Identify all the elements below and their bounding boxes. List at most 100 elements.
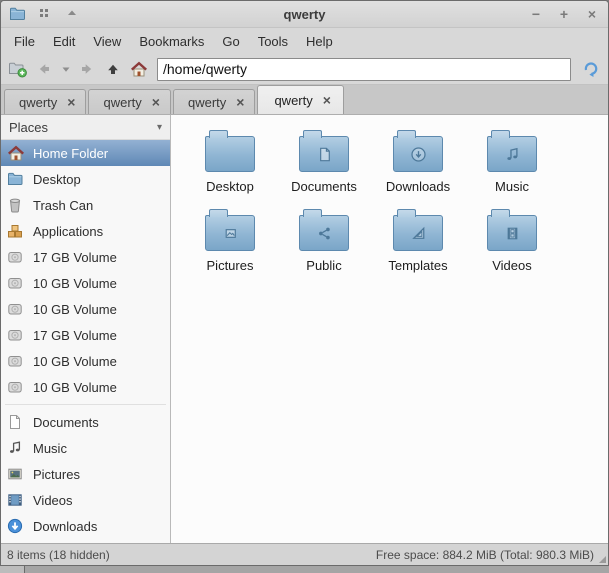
places-dropdown-icon[interactable]: ▾: [157, 122, 162, 133]
drive-icon: [7, 379, 25, 396]
history-dropdown-button[interactable]: [58, 57, 73, 81]
file-icon-music[interactable]: Music: [465, 127, 559, 206]
sidebar-item-applications[interactable]: Applications: [1, 218, 170, 244]
sidebar-item-10-gb-volume[interactable]: 10 GB Volume: [1, 270, 170, 296]
maximize-button[interactable]: +: [556, 6, 572, 22]
folder-icon: [7, 171, 25, 188]
menu-edit[interactable]: Edit: [44, 30, 84, 53]
sidebar-item-music[interactable]: Music: [1, 435, 170, 461]
sidebar-item-17-gb-volume[interactable]: 17 GB Volume: [1, 322, 170, 348]
sidebar-item-trash-can[interactable]: Trash Can: [1, 192, 170, 218]
applications-icon: [7, 223, 25, 240]
file-icon-documents[interactable]: Documents: [277, 127, 371, 206]
resize-grip-icon[interactable]: [599, 556, 606, 563]
sidebar-item-downloads[interactable]: Downloads: [1, 513, 170, 539]
reload-icon: [584, 62, 598, 77]
file-label: Videos: [492, 258, 532, 273]
window-title: qwerty: [283, 6, 326, 22]
video-icon: [7, 492, 25, 509]
sidebar-item-home-folder[interactable]: Home Folder: [1, 140, 170, 166]
document-emblem-icon: [300, 137, 348, 171]
window-shade-icon[interactable]: [65, 6, 83, 22]
home-button[interactable]: [127, 57, 151, 81]
menu-help[interactable]: Help: [297, 30, 342, 53]
forward-button[interactable]: [75, 57, 99, 81]
menubar: File Edit View Bookmarks Go Tools Help: [1, 28, 608, 54]
sidebar-item-label: Documents: [33, 414, 99, 430]
share-emblem-icon: [300, 216, 348, 250]
status-bar: 8 items (18 hidden) Free space: 884.2 Mi…: [1, 543, 608, 565]
up-arrow-icon: [108, 64, 118, 74]
sidebar-item-label: Home Folder: [33, 145, 109, 161]
file-icon-videos[interactable]: Videos: [465, 206, 559, 285]
sidebar-item-desktop[interactable]: Desktop: [1, 166, 170, 192]
sidebar-item-label: Pictures: [33, 466, 80, 482]
reload-button[interactable]: [579, 57, 603, 81]
file-view[interactable]: Desktop Documents Downloads Music Pictures Pu…: [171, 115, 608, 543]
sidebar-item-videos[interactable]: Videos: [1, 487, 170, 513]
sidebar-item-pictures[interactable]: Pictures: [1, 461, 170, 487]
file-label: Desktop: [206, 179, 254, 194]
sidebar-item-10-gb-volume[interactable]: 10 GB Volume: [1, 348, 170, 374]
tab-2[interactable]: qwerty ×: [88, 89, 171, 114]
minimize-button[interactable]: −: [528, 6, 544, 22]
file-icon-desktop[interactable]: Desktop: [183, 127, 277, 206]
drive-icon: [7, 249, 25, 266]
music-emblem-icon: [488, 137, 536, 171]
places-list: Home Folder Desktop Trash Can Applications 1…: [1, 140, 170, 539]
sidebar-item-documents[interactable]: Documents: [1, 409, 170, 435]
status-free-space: Free space: 884.2 MiB (Total: 980.3 MiB): [375, 547, 594, 562]
music-icon: [7, 440, 25, 457]
tab-close-icon[interactable]: ×: [323, 93, 331, 107]
menu-view[interactable]: View: [84, 30, 130, 53]
tab-close-icon[interactable]: ×: [67, 95, 75, 109]
places-header[interactable]: Places ▾: [1, 115, 170, 140]
tab-3[interactable]: qwerty ×: [172, 89, 256, 114]
file-icon-downloads[interactable]: Downloads: [371, 127, 465, 206]
trash-icon: [7, 197, 25, 214]
status-items-count: 8 items (18 hidden): [7, 547, 110, 562]
content-area: Places ▾ Home Folder Desktop Trash Can Appl…: [1, 115, 608, 543]
picture-icon: [7, 466, 25, 483]
sidebar-item-label: Desktop: [33, 171, 81, 187]
file-icon-pictures[interactable]: Pictures: [183, 206, 277, 285]
tab-bar: qwerty × qwerty × qwerty × qwerty ×: [1, 85, 608, 115]
sidebar-item-label: Music: [33, 440, 67, 456]
tab-close-icon[interactable]: ×: [152, 95, 160, 109]
new-tab-button[interactable]: [6, 57, 30, 81]
sidebar-separator: [1, 400, 170, 409]
tab-1[interactable]: qwerty ×: [4, 89, 87, 114]
sidebar-item-label: 17 GB Volume: [33, 249, 117, 265]
drive-icon: [7, 327, 25, 344]
sidebar-item-10-gb-volume[interactable]: 10 GB Volume: [1, 296, 170, 322]
back-button[interactable]: [32, 57, 56, 81]
close-button[interactable]: ×: [584, 6, 600, 22]
template-emblem-icon: [394, 216, 442, 250]
titlebar[interactable]: qwerty − + ×: [1, 1, 608, 28]
menu-file[interactable]: File: [5, 30, 44, 53]
home-icon: [131, 61, 147, 76]
sidebar-item-10-gb-volume[interactable]: 10 GB Volume: [1, 374, 170, 400]
sidebar-item-label: 10 GB Volume: [33, 353, 117, 369]
folder-icon: [393, 130, 443, 172]
drive-icon: [7, 275, 25, 292]
address-input[interactable]: [157, 57, 571, 81]
show-desktop-button[interactable]: [0, 566, 25, 573]
menu-bookmarks[interactable]: Bookmarks: [130, 30, 213, 53]
menu-tools[interactable]: Tools: [249, 30, 297, 53]
window-menu-dots-icon[interactable]: [37, 6, 55, 22]
tab-4[interactable]: qwerty ×: [257, 85, 344, 114]
up-button[interactable]: [101, 57, 125, 81]
file-icon-public[interactable]: Public: [277, 206, 371, 285]
sidebar-item-17-gb-volume[interactable]: 17 GB Volume: [1, 244, 170, 270]
tab-label: qwerty: [19, 94, 58, 110]
tab-close-icon[interactable]: ×: [236, 95, 244, 109]
window-folder-icon: [9, 6, 27, 22]
sidebar-item-label: 10 GB Volume: [33, 379, 117, 395]
places-header-label: Places: [9, 119, 49, 135]
tab-label: qwerty: [103, 94, 142, 110]
menu-go[interactable]: Go: [213, 30, 248, 53]
file-label: Public: [306, 258, 342, 273]
home-icon: [7, 145, 25, 162]
file-icon-templates[interactable]: Templates: [371, 206, 465, 285]
